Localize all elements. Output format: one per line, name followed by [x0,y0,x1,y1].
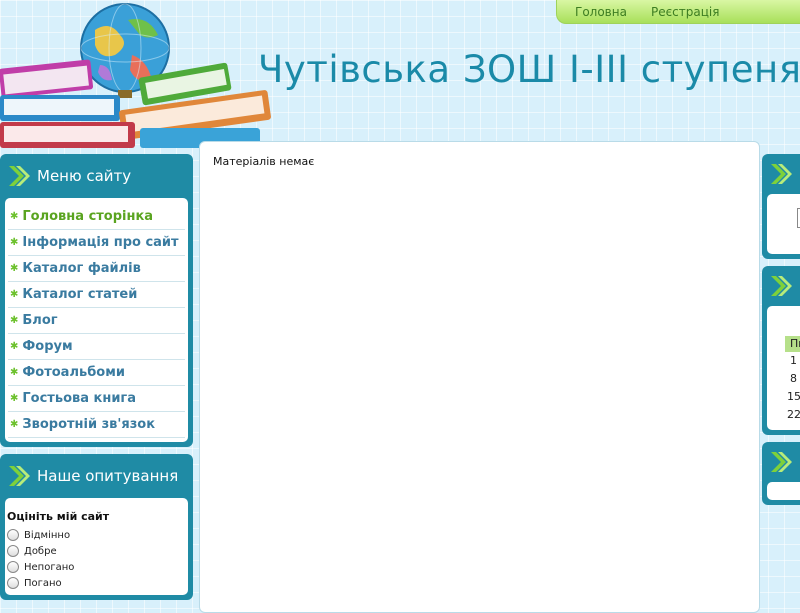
bullet-icon: ✱ [10,315,19,326]
menu-item-articles[interactable]: ✱ Каталог статей [8,282,185,308]
poll-option[interactable]: Погано [7,575,185,591]
site-menu-body: ✱ Головна сторінка ✱ Інформація про сайт ✱… [5,198,188,442]
poll-option[interactable]: Добре [7,543,185,559]
calendar-day[interactable]: 15 [767,388,800,406]
chevron-right-icon [9,466,30,486]
poll-block: Наше опитування Оцініть мій сайт Відмінн… [0,454,193,600]
poll-body: Оцініть мій сайт Відмінно Добре Непогано… [5,498,188,595]
menu-item-photos[interactable]: ✱ Фотоальбоми [8,360,185,386]
menu-item-files[interactable]: ✱ Каталог файлів [8,256,185,282]
right-block-header [767,442,800,482]
calendar-block: Пн 1 8 15 22 [762,266,800,435]
calendar-day[interactable]: 1 [767,352,800,370]
right-block-3 [762,442,800,505]
site-header: Чутівська ЗОШ I-III ступеня Головна Реєс… [0,0,800,150]
calendar-day-header: Пн [785,336,800,352]
top-nav: Головна Реєстрація [556,0,800,24]
poll-option[interactable]: Непогано [7,559,185,575]
empty-message: Матеріалів немає [213,155,315,168]
radio-button[interactable] [7,577,19,589]
poll-option-label: Погано [24,577,62,589]
left-sidebar: Меню сайту ✱ Головна сторінка ✱ Інформація… [0,154,193,607]
radio-button[interactable] [7,529,19,541]
bullet-icon: ✱ [10,263,19,274]
calendar-body: Пн 1 8 15 22 [767,306,800,430]
poll-option[interactable]: Відмінно [7,527,185,543]
menu-item-forum[interactable]: ✱ Форум [8,334,185,360]
calendar-day[interactable]: 22 [767,406,800,424]
menu-item-about[interactable]: ✱ Інформація про сайт [8,230,185,256]
right-block-header [767,154,800,194]
menu-item-label: Блог [22,313,58,328]
menu-item-label: Форум [22,339,73,354]
menu-item-guestbook[interactable]: ✱ Гостьова книга [8,386,185,412]
site-menu-block: Меню сайту ✱ Головна сторінка ✱ Інформація… [0,154,193,447]
site-title: Чутівська ЗОШ I-III ступеня [258,48,800,91]
bullet-icon: ✱ [10,237,19,248]
menu-item-home[interactable]: ✱ Головна сторінка [8,204,185,230]
chevron-right-icon [9,166,30,186]
menu-item-label: Головна сторінка [22,209,154,224]
bullet-icon: ✱ [10,211,19,222]
radio-button[interactable] [7,545,19,557]
menu-item-label: Каталог файлів [22,261,141,276]
site-menu-list: ✱ Головна сторінка ✱ Інформація про сайт ✱… [8,204,185,438]
poll-option-label: Непогано [24,561,75,573]
menu-item-label: Гостьова книга [22,391,137,406]
site-menu-header: Меню сайту [5,154,188,198]
radio-button[interactable] [7,561,19,573]
calendar-day[interactable]: 8 [767,370,800,388]
bullet-icon: ✱ [10,367,19,378]
menu-item-label: Каталог статей [22,287,138,302]
chevron-right-icon [771,164,792,184]
bullet-icon: ✱ [10,393,19,404]
calendar-header [767,266,800,306]
menu-item-label: Фотоальбоми [22,365,125,380]
bullet-icon: ✱ [10,289,19,300]
menu-item-label: Зворотній зв'язок [22,417,156,432]
menu-item-blog[interactable]: ✱ Блог [8,308,185,334]
right-block-body [767,194,800,254]
books-globe-logo [0,3,271,148]
menu-item-feedback[interactable]: ✱ Зворотній зв'язок [8,412,185,438]
poll-question: Оцініть мій сайт [7,510,110,523]
bullet-icon: ✱ [10,419,19,430]
chevron-right-icon [771,452,792,472]
poll-title: Наше опитування [37,467,179,485]
main-content: Матеріалів немає [199,141,760,613]
poll-option-label: Відмінно [24,529,71,541]
nav-home-link[interactable]: Головна [575,5,627,19]
site-menu-title: Меню сайту [37,167,132,185]
nav-register-link[interactable]: Реєстрація [651,5,719,19]
right-sidebar: Пн 1 8 15 22 [762,154,800,512]
right-block-body [767,482,800,500]
bullet-icon: ✱ [10,341,19,352]
menu-item-label: Інформація про сайт [22,235,179,250]
chevron-right-icon [771,276,792,296]
poll-option-label: Добре [24,545,57,557]
poll-header: Наше опитування [5,454,188,498]
right-block-1 [762,154,800,259]
